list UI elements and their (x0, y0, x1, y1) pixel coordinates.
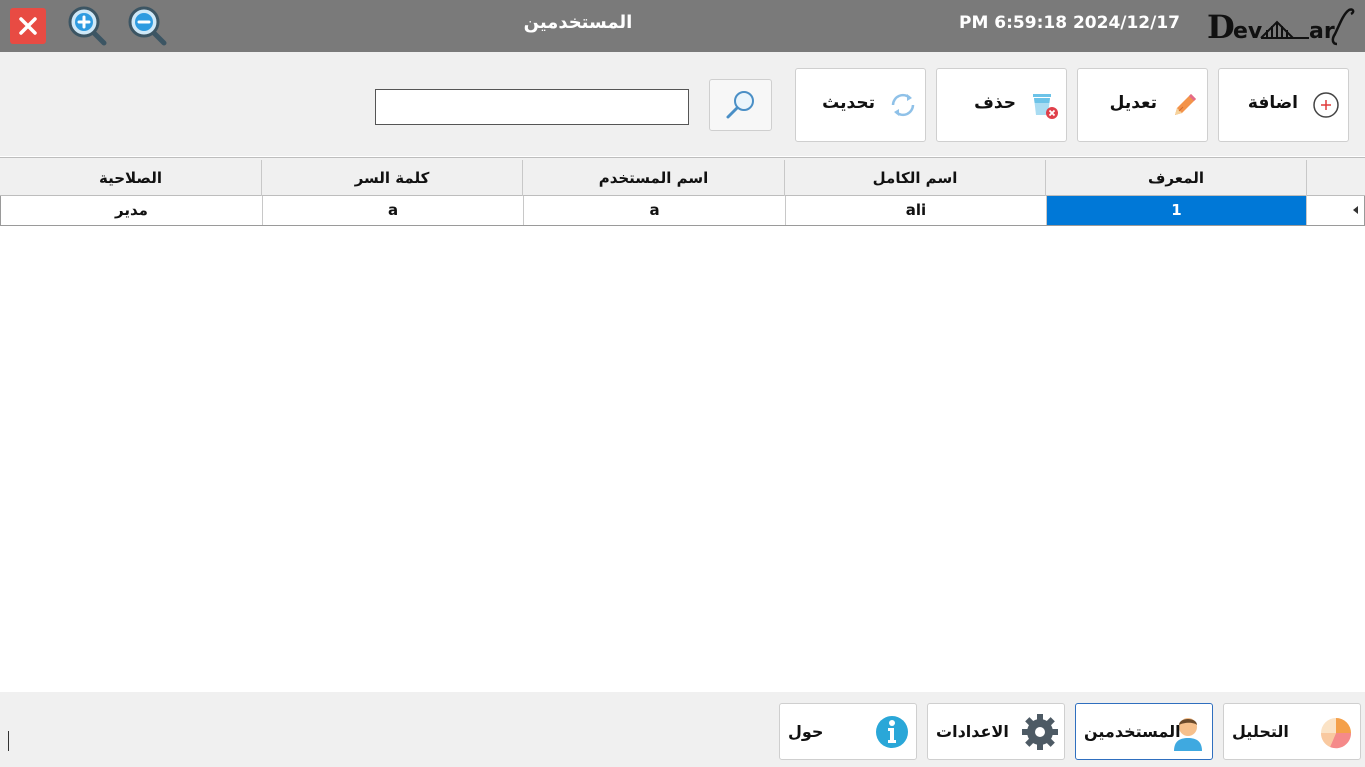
refresh-button[interactable]: تحديث (795, 68, 926, 142)
edit-label: تعديل (1109, 93, 1157, 113)
zoom-in-icon (68, 6, 107, 46)
delete-label: حذف (974, 93, 1016, 113)
window-title: المستخدمين (523, 12, 633, 33)
nav-users-label: المستخدمين (1084, 722, 1181, 741)
current-row-arrow-icon (1353, 206, 1358, 214)
svg-text:D: D (1207, 8, 1235, 46)
grid-header: الصلاحية كلمة السر اسم المستخدم اسم الكا… (0, 157, 1365, 196)
cell-fullname[interactable]: ali (785, 196, 1046, 225)
cell-id[interactable]: 1 (1046, 196, 1306, 225)
gear-icon (1022, 714, 1058, 750)
pie-chart-icon (1320, 718, 1352, 749)
column-header-fullname[interactable]: اسم الكامل (784, 160, 1045, 196)
pencil-icon (1175, 94, 1196, 115)
column-header-id[interactable]: المعرف (1045, 160, 1306, 196)
nav-about-label: حول (788, 722, 824, 741)
info-icon (876, 716, 908, 748)
column-header-password[interactable]: كلمة السر (261, 160, 522, 196)
refresh-icon (891, 93, 915, 117)
cell-username[interactable]: a (523, 196, 785, 225)
edit-button[interactable]: تعديل (1077, 68, 1208, 142)
close-button[interactable] (10, 8, 46, 44)
table-row[interactable]: مدير a a ali 1 (0, 196, 1365, 226)
nav-users-button[interactable]: المستخدمين (1075, 703, 1213, 760)
nav-settings-button[interactable]: الاعدادات (927, 703, 1065, 760)
nav-analysis-button[interactable]: التحليل (1223, 703, 1361, 760)
close-icon (19, 17, 37, 35)
nav-about-button[interactable]: حول (779, 703, 917, 760)
search-input[interactable] (375, 89, 689, 125)
add-button[interactable]: اضافة (1218, 68, 1349, 142)
app-logo: D ev ar (1205, 4, 1357, 50)
nav-analysis-label: التحليل (1232, 722, 1289, 741)
title-bar: المستخدمين PM 6:59:18 2024/12/17 D ev ar (0, 0, 1365, 52)
search-button[interactable] (709, 79, 772, 131)
bottom-navigation: التحليل المستخدمين الاعدادات حول (0, 692, 1365, 767)
datetime-display: PM 6:59:18 2024/12/17 (959, 13, 1180, 33)
delete-button[interactable]: حذف (936, 68, 1067, 142)
zoom-in-button[interactable] (66, 5, 108, 47)
row-header-column (1306, 160, 1365, 196)
svg-text:ev: ev (1233, 19, 1263, 44)
add-circle-icon (1313, 92, 1339, 118)
status-caret (8, 731, 9, 751)
column-header-role[interactable]: الصلاحية (0, 160, 261, 196)
cell-password[interactable]: a (262, 196, 523, 225)
trash-icon (1033, 94, 1058, 119)
row-selector[interactable] (1306, 196, 1364, 225)
zoom-out-button[interactable] (126, 5, 168, 47)
svg-text:ar: ar (1309, 19, 1335, 44)
cell-role[interactable]: مدير (1, 196, 262, 225)
nav-settings-label: الاعدادات (936, 722, 1009, 741)
search-icon (726, 91, 754, 119)
toolbar: اضافة تعديل حذف تحديث (0, 52, 1365, 156)
column-header-username[interactable]: اسم المستخدم (522, 160, 784, 196)
zoom-out-icon (128, 6, 167, 46)
add-label: اضافة (1247, 93, 1298, 113)
refresh-label: تحديث (822, 93, 875, 113)
